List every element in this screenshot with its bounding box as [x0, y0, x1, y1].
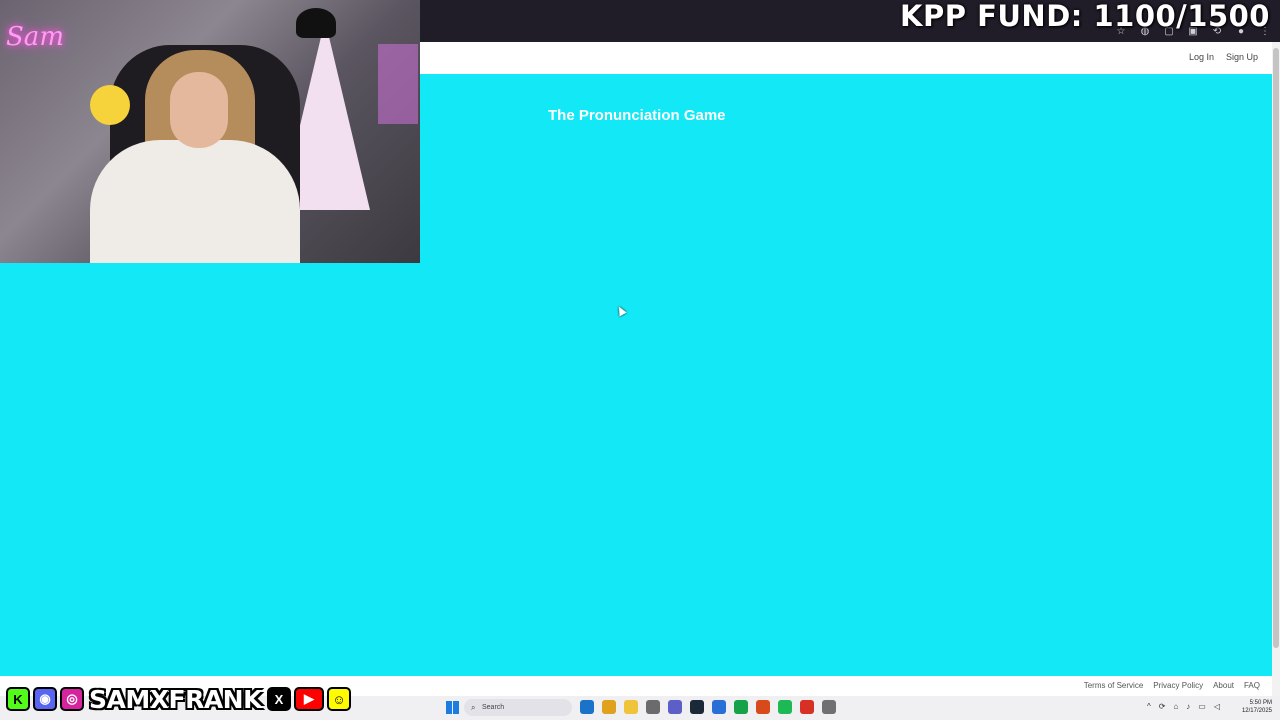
tray-network-icon[interactable]: ⌂: [1173, 702, 1178, 711]
taskbar-clock[interactable]: 5:50 PM 12/17/2025: [1242, 699, 1272, 715]
social-bar-overlay: K ◉ ◎ SAMXFRANK X ▶ ☺: [6, 684, 351, 714]
webcam-overlay: Sam: [0, 0, 420, 263]
footer-link-terms[interactable]: Terms of Service: [1084, 681, 1144, 690]
footer-link-faq[interactable]: FAQ: [1244, 681, 1260, 690]
social-handle: SAMXFRANK: [89, 684, 262, 714]
app-icon[interactable]: [712, 700, 726, 714]
steam-icon[interactable]: [690, 700, 704, 714]
clock-time: 5:50 PM: [1249, 700, 1272, 706]
store-icon[interactable]: [646, 700, 660, 714]
x-icon: X: [266, 687, 291, 711]
spotify-icon[interactable]: [778, 700, 792, 714]
tree-bow: [296, 8, 336, 38]
streamer-body: [90, 140, 300, 263]
discord-icon: ◉: [33, 687, 57, 711]
windows-start-icon[interactable]: [446, 701, 459, 714]
chrome-icon[interactable]: [602, 700, 616, 714]
search-icon: ⌕: [471, 703, 476, 712]
youtube-icon: ▶: [293, 687, 324, 711]
settings-gear-icon[interactable]: [822, 700, 836, 714]
taskbar-search-placeholder: Search: [482, 704, 505, 711]
obs-icon[interactable]: [756, 700, 770, 714]
scrollbar-thumb[interactable]: [1273, 48, 1279, 648]
signup-link[interactable]: Sign Up: [1226, 52, 1258, 62]
taskbar-apps: [580, 700, 836, 714]
system-tray: ^ ⟳ ⌂ ♪ ▭ ◁: [1147, 702, 1220, 711]
fund-goal-overlay: KPP FUND: 1100/1500: [900, 0, 1270, 33]
page-scrollbar[interactable]: [1272, 42, 1280, 696]
clock-date: 12/17/2025: [1241, 708, 1272, 714]
login-link[interactable]: Log In: [1189, 52, 1214, 62]
auth-links: Log In Sign Up: [1189, 52, 1258, 62]
tray-mic-icon[interactable]: ♪: [1186, 702, 1190, 711]
plush-toy: [90, 85, 130, 125]
neon-sign: Sam: [6, 22, 64, 52]
site-header: Log In Sign Up: [420, 42, 1272, 74]
tray-chevron-icon[interactable]: ^: [1147, 702, 1151, 711]
tray-display-icon[interactable]: ▭: [1198, 702, 1206, 711]
page-title: The Pronunciation Game: [548, 107, 726, 124]
teams-icon[interactable]: [668, 700, 682, 714]
tray-sync-icon[interactable]: ⟳: [1159, 702, 1166, 711]
chrome-alt-icon[interactable]: [800, 700, 814, 714]
xbox-icon[interactable]: [734, 700, 748, 714]
webcam-window: [378, 44, 418, 124]
streamer-face: [170, 72, 228, 148]
footer-links: Terms of Service Privacy Policy About FA…: [1084, 681, 1260, 690]
mouse-cursor-icon: [615, 304, 627, 317]
file-explorer-icon[interactable]: [624, 700, 638, 714]
tray-volume-icon[interactable]: ◁: [1214, 702, 1220, 711]
footer-link-about[interactable]: About: [1213, 681, 1234, 690]
kick-icon: K: [6, 687, 30, 711]
edge-icon[interactable]: [580, 700, 594, 714]
snapchat-icon: ☺: [326, 687, 351, 711]
instagram-icon: ◎: [60, 687, 84, 711]
taskbar-search[interactable]: ⌕ Search: [464, 699, 572, 716]
footer-link-privacy[interactable]: Privacy Policy: [1153, 681, 1203, 690]
